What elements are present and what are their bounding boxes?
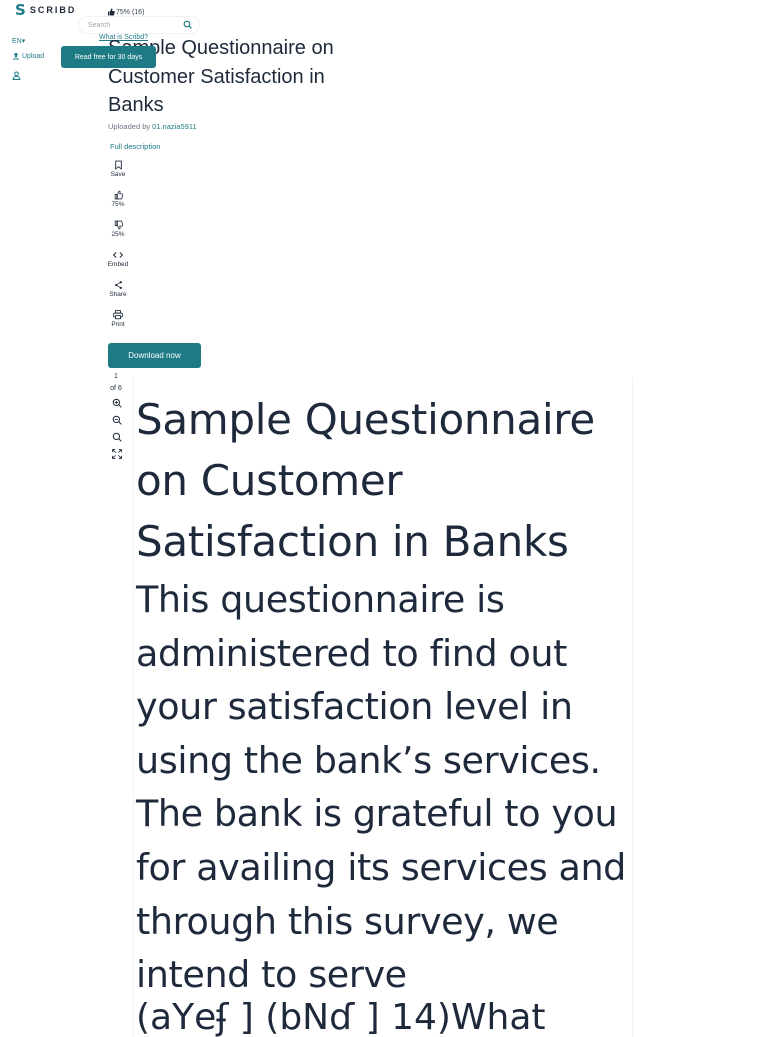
print-button[interactable]: Print (104, 310, 132, 340)
save-button[interactable]: Save (104, 160, 132, 190)
embed-icon (113, 252, 123, 258)
downvote-button[interactable]: 25% (104, 220, 132, 250)
search-document-button[interactable] (112, 429, 122, 442)
uploader-link[interactable]: 01.nazia5911 (152, 122, 196, 131)
share-button[interactable]: Share (104, 280, 132, 310)
upload-label: Upload (22, 52, 45, 60)
logo-text: SCRIBD (29, 5, 77, 15)
uploaded-by: Uploaded by 01.nazia5911 (108, 122, 197, 131)
zoom-in-button[interactable] (112, 395, 122, 408)
rating-summary: 75% (16) (107, 8, 144, 16)
page-heading: Sample Questionnaire on Customer Satisfa… (136, 395, 595, 566)
page-next-line: (aҮeʄ ] (bNɗ ] 14)What (136, 997, 546, 1037)
read-free-button[interactable]: Read free for 30 days (61, 46, 156, 68)
document-page: Sample Questionnaire on Customer Satisfa… (133, 377, 633, 1037)
search-bar[interactable] (79, 17, 199, 33)
page-indicator: 1 of 6 (106, 371, 126, 395)
page-body-text: This questionnaire is administered to fi… (136, 578, 626, 997)
action-label: 25% (111, 231, 125, 238)
chevron-down-icon: ▾ (21, 38, 26, 45)
action-label: 75% (111, 201, 125, 208)
search-input[interactable] (88, 21, 184, 29)
action-label: Embed (107, 261, 129, 268)
zoom-out-icon (112, 415, 122, 425)
user-account-button[interactable] (12, 67, 21, 85)
thumbs-down-icon (114, 220, 123, 230)
total-pages: of 6 (110, 385, 122, 392)
thumbs-up-icon (114, 190, 123, 200)
scribd-logo[interactable]: S SCRIBD (15, 1, 76, 19)
fullscreen-button[interactable] (112, 446, 122, 459)
zoom-in-icon (112, 398, 122, 408)
document-actions: Save 75% 25% Embed Share Print (104, 160, 132, 340)
upload-icon (13, 52, 19, 60)
rating-text: 75% (16) (116, 8, 145, 16)
search-icon[interactable] (183, 20, 192, 29)
uploaded-by-label: Uploaded by (108, 122, 151, 131)
action-label: Print (111, 321, 125, 328)
download-button[interactable]: Download now (108, 343, 201, 368)
user-icon (12, 71, 21, 80)
language-selector[interactable]: EN▾ (12, 37, 25, 45)
language-label: EN (12, 38, 22, 45)
action-label: Save (110, 171, 126, 178)
fullscreen-icon (112, 449, 122, 459)
embed-button[interactable]: Embed (104, 250, 132, 280)
bookmark-icon (114, 160, 122, 170)
zoom-out-button[interactable] (112, 412, 122, 425)
current-page[interactable]: 1 (106, 371, 126, 383)
search-icon (112, 432, 122, 442)
scribd-logo-icon: S (15, 1, 26, 19)
print-icon (113, 310, 123, 320)
action-label: Share (109, 291, 127, 298)
viewer-tools (109, 395, 125, 459)
share-icon (114, 281, 122, 289)
thumbs-up-icon (108, 8, 115, 16)
full-description-link[interactable]: Full description (110, 142, 160, 151)
upload-button[interactable]: Upload (12, 52, 44, 60)
upvote-button[interactable]: 75% (104, 190, 132, 220)
